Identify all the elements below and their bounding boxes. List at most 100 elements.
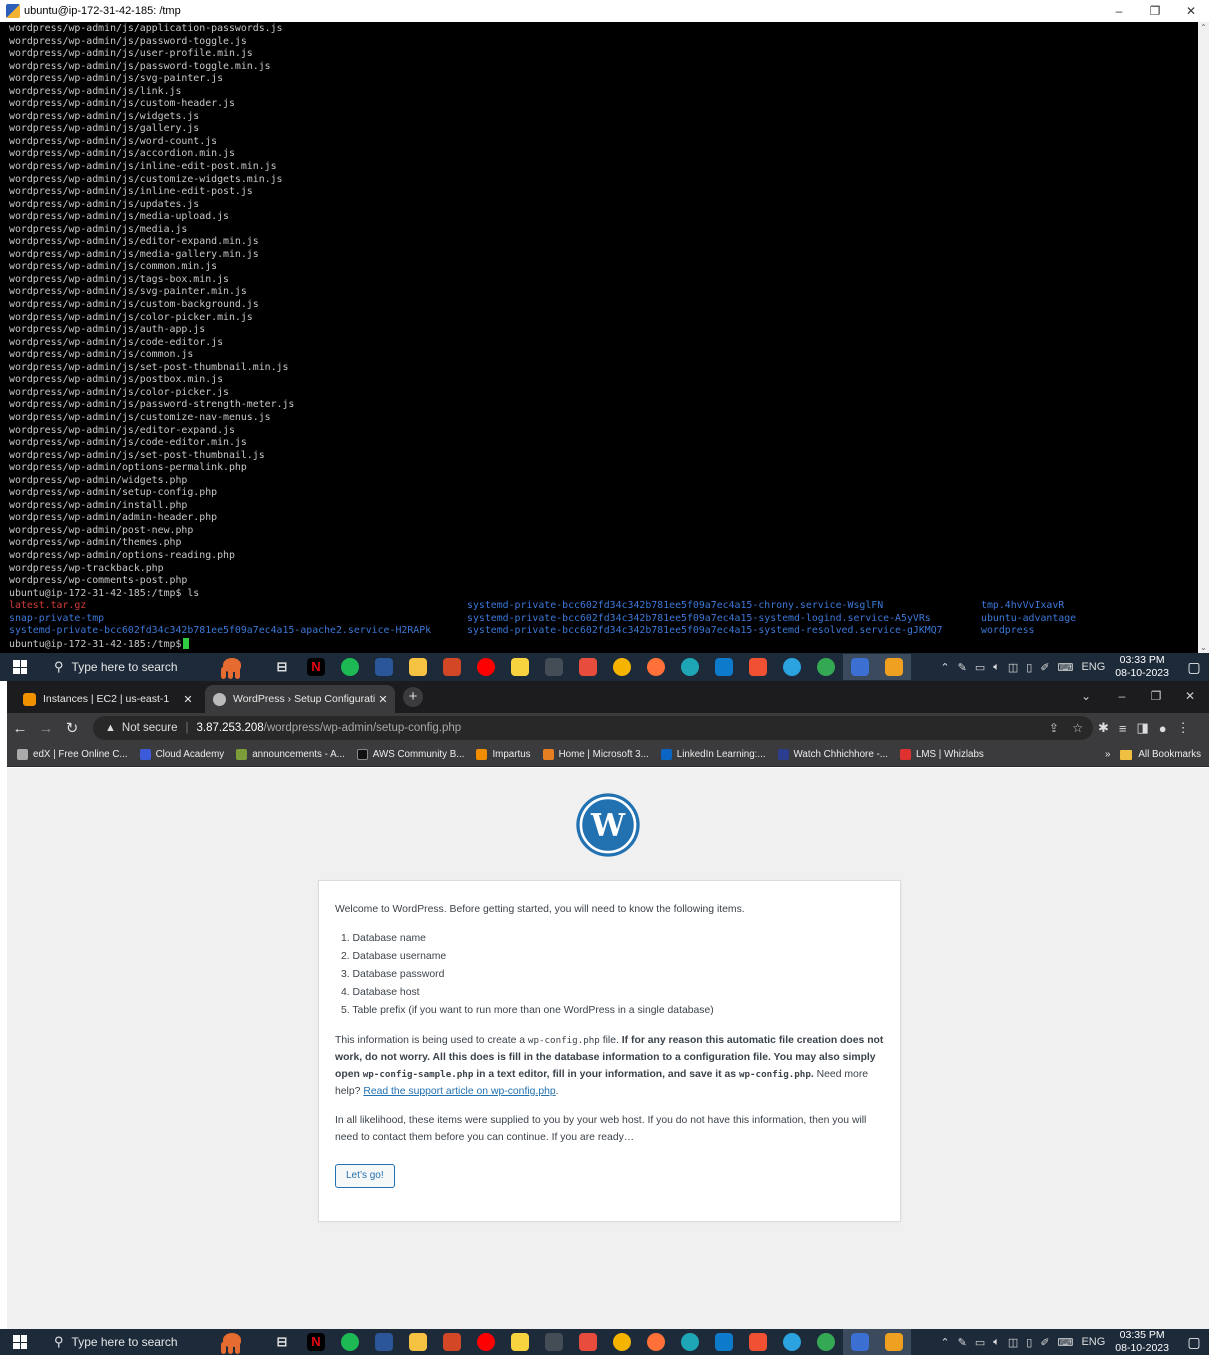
security-status[interactable]: Not secure [122, 722, 178, 734]
reading-list-icon[interactable]: ≡ [1119, 721, 1127, 736]
forward-arrow-icon[interactable]: → [33, 720, 59, 737]
bookmark-linkedin-learning[interactable]: LinkedIn Learning:... [660, 749, 766, 760]
clock[interactable]: 03:33 PM 08-10-2023 [1115, 654, 1169, 680]
close-button[interactable]: ✕ [1173, 0, 1209, 22]
phone-icon[interactable]: ▯ [1026, 1336, 1032, 1349]
phone-icon[interactable]: ▯ [1026, 661, 1032, 674]
taskbar-app-git[interactable] [741, 654, 775, 680]
minimize-button[interactable]: – [1101, 0, 1137, 22]
bookmark-announcements[interactable]: announcements - A... [236, 749, 345, 760]
pen-icon[interactable]: ✎ [958, 1336, 967, 1349]
terminal-output[interactable]: wordpress/wp-admin/js/application-passwo… [0, 22, 1198, 653]
start-button[interactable] [0, 653, 40, 681]
taskbar-app-netflix[interactable]: N [299, 1329, 333, 1355]
wand-icon[interactable]: ✐ [1040, 1336, 1049, 1349]
side-panel-icon[interactable]: ◨ [1137, 720, 1149, 736]
taskbar-app-vscode[interactable] [707, 654, 741, 680]
taskbar-app-vscode[interactable] [707, 1329, 741, 1355]
taskbar-app-youtube[interactable] [469, 1329, 503, 1355]
battery-icon[interactable]: ▭ [975, 661, 985, 674]
taskbar-app-netflix[interactable]: N [299, 654, 333, 680]
taskbar-search[interactable]: ⚲ Type here to search [40, 1329, 205, 1355]
display-icon[interactable]: ◫ [1008, 661, 1018, 674]
bookmark-impartus[interactable]: Impartus [476, 749, 531, 760]
browser-minimize-button[interactable]: – [1105, 681, 1139, 711]
language-indicator[interactable]: ENG [1081, 1336, 1105, 1348]
taskbar-app-chrome-profile[interactable] [809, 654, 843, 680]
notification-icon[interactable]: ▢ [1179, 659, 1209, 676]
support-article-link[interactable]: Read the support article on wp-config.ph… [363, 1086, 555, 1097]
taskbar-app-file-explorer[interactable] [401, 1329, 435, 1355]
taskbar-app-chrome[interactable] [605, 654, 639, 680]
bookmark-edx[interactable]: edX | Free Online C... [17, 749, 128, 760]
language-indicator[interactable]: ENG [1081, 661, 1105, 673]
taskbar-app-telegram[interactable] [775, 654, 809, 680]
address-bar[interactable]: ▲ Not secure | 3.87.253.208/wordpress/wp… [93, 716, 1093, 740]
share-and-star-icons[interactable]: ⇪ ☆ [1049, 721, 1083, 735]
taskbar-app-sticky-notes[interactable] [503, 1329, 537, 1355]
chevron-up-icon[interactable]: ⌃ [940, 1336, 949, 1349]
taskbar-app-sticky-notes[interactable] [503, 654, 537, 680]
bookmark-chhichhore[interactable]: Watch Chhichhore -... [777, 749, 888, 760]
chevron-up-icon[interactable]: ⌃ [940, 661, 949, 674]
battery-icon[interactable]: ▭ [975, 1336, 985, 1349]
taskbar-app-putty[interactable] [843, 654, 877, 680]
back-arrow-icon[interactable]: ← [7, 720, 33, 737]
taskbar-app-powerpoint[interactable] [435, 654, 469, 680]
menu-kebab-icon[interactable]: ⋮ [1177, 720, 1190, 736]
octopus-widget-icon[interactable] [209, 1330, 255, 1354]
taskbar-app-word[interactable] [367, 1329, 401, 1355]
new-tab-button[interactable]: + [403, 687, 423, 707]
tab-close-icon[interactable]: ✕ [180, 693, 196, 706]
browser-restore-button[interactable]: ❐ [1139, 681, 1173, 711]
profile-avatar[interactable]: ● [1159, 721, 1167, 736]
taskbar-app-putty[interactable] [843, 1329, 877, 1355]
taskbar-app-terminal[interactable] [537, 654, 571, 680]
keyboard-icon[interactable]: ⌨ [1058, 661, 1074, 674]
taskbar-app-word[interactable] [367, 654, 401, 680]
display-icon[interactable]: ◫ [1008, 1336, 1018, 1349]
bookmark-microsoft-365[interactable]: Home | Microsoft 3... [542, 749, 649, 760]
taskbar-app-firefox[interactable] [639, 654, 673, 680]
extensions-puzzle-icon[interactable]: ✱ [1098, 720, 1109, 736]
more-bookmarks-chevron-icon[interactable]: » [1105, 749, 1110, 760]
start-button[interactable] [0, 1329, 40, 1355]
taskbar-app-spotify[interactable] [333, 1329, 367, 1355]
tab-search-chevron-icon[interactable]: ⌄ [1069, 681, 1103, 711]
taskbar-app-chrome-profile[interactable] [809, 1329, 843, 1355]
taskbar-app-terminal[interactable] [537, 1329, 571, 1355]
keyboard-icon[interactable]: ⌨ [1058, 1336, 1074, 1349]
bookmark-whizlabs[interactable]: LMS | Whizlabs [899, 749, 984, 760]
taskbar-app-task-view[interactable]: ⊟ [265, 1329, 299, 1355]
pen-icon[interactable]: ✎ [958, 661, 967, 674]
taskbar-app-powerpoint[interactable] [435, 1329, 469, 1355]
tab-close-icon[interactable]: ✕ [375, 693, 391, 706]
bookmark-cloud-academy[interactable]: Cloud Academy [139, 749, 224, 760]
taskbar-search[interactable]: ⚲ Type here to search [40, 653, 205, 681]
speaker-icon[interactable]: 🔈︎ [993, 1336, 1000, 1349]
octopus-widget-icon[interactable] [209, 655, 255, 679]
taskbar-app-youtube[interactable] [469, 654, 503, 680]
wand-icon[interactable]: ✐ [1040, 661, 1049, 674]
taskbar-app-whizlabs[interactable] [877, 654, 911, 680]
browser-close-button[interactable]: ✕ [1173, 681, 1207, 711]
taskbar-app-edge[interactable] [673, 1329, 707, 1355]
scroll-down-arrow-icon[interactable]: ⌄ [1198, 642, 1209, 653]
wordpress-logo-icon[interactable]: W [575, 792, 641, 858]
warning-icon[interactable]: ▲ [105, 722, 116, 734]
taskbar-app-edge[interactable] [673, 654, 707, 680]
speaker-icon[interactable]: 🔈︎ [993, 661, 1000, 674]
taskbar-app-firefox[interactable] [639, 1329, 673, 1355]
taskbar-app-task-view[interactable]: ⊟ [265, 654, 299, 680]
lets-go-button[interactable]: Let’s go! [335, 1164, 395, 1188]
reload-icon[interactable]: ↻ [59, 719, 85, 737]
tab-wordpress-setup[interactable]: WordPress › Setup Configuratio ✕ [205, 685, 395, 713]
taskbar-app-telegram[interactable] [775, 1329, 809, 1355]
taskbar-app-calendar[interactable] [571, 1329, 605, 1355]
taskbar-app-git[interactable] [741, 1329, 775, 1355]
taskbar-app-calendar[interactable] [571, 654, 605, 680]
taskbar-app-whizlabs[interactable] [877, 1329, 911, 1355]
tab-ec2-instances[interactable]: Instances | EC2 | us-east-1 ✕ [15, 685, 200, 713]
taskbar-app-file-explorer[interactable] [401, 654, 435, 680]
taskbar-app-spotify[interactable] [333, 654, 367, 680]
